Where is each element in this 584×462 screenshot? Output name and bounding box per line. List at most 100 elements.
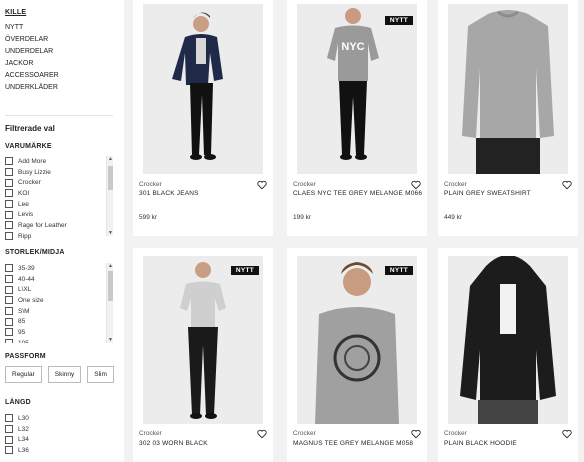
scroll-down-icon[interactable]: ▼ xyxy=(107,337,114,343)
size-list-scrollbar[interactable]: ▲ ▼ xyxy=(106,263,113,343)
checkbox[interactable] xyxy=(5,446,13,455)
brand-option[interactable]: Lee xyxy=(5,199,113,210)
product-card[interactable]: Crocker PLAIN GREY SWEATSHIRT 449 kr xyxy=(438,0,578,236)
brand-list-scrollbar[interactable]: ▲ ▼ xyxy=(106,156,113,236)
size-option[interactable]: 35-39 xyxy=(5,263,113,274)
product-brand: Crocker xyxy=(444,181,467,188)
scroll-down-icon[interactable]: ▼ xyxy=(107,230,114,236)
length-option[interactable]: L34 xyxy=(5,434,113,445)
product-card[interactable]: Crocker PLAIN BLACK HOODIE xyxy=(438,248,578,462)
product-name[interactable]: MAGNUS TEE GREY MELANGE M058 xyxy=(293,440,413,447)
product-card[interactable]: NYTT Crocker MAGNUS TEE GREY MELANGE M05… xyxy=(287,248,427,462)
filter-sidebar: KILLE NYTT ÖVERDELAR UNDERDELAR JACKOR A… xyxy=(0,0,118,462)
size-checkbox-list: 35-39 40-44 L\XL One size S\M 85 95 105 xyxy=(5,263,113,343)
brand-option[interactable]: Add More xyxy=(5,156,113,167)
product-name[interactable]: PLAIN BLACK HOODIE xyxy=(444,440,517,447)
length-option[interactable]: L36 xyxy=(5,445,113,456)
product-image[interactable] xyxy=(143,256,263,424)
brand-option[interactable]: KOI xyxy=(5,188,113,199)
product-name[interactable]: CLAES NYC TEE GREY MELANGE M066 xyxy=(293,190,422,197)
product-image[interactable] xyxy=(448,4,568,174)
product-name[interactable]: PLAIN GREY SWEATSHIRT xyxy=(444,190,531,197)
product-brand: Crocker xyxy=(139,181,162,188)
checkbox[interactable] xyxy=(5,178,13,187)
heart-icon[interactable] xyxy=(562,429,572,439)
category-link[interactable]: ACCESSOARER xyxy=(5,70,59,82)
category-heading-kille[interactable]: KILLE xyxy=(5,9,26,16)
product-card[interactable]: Crocker 301 BLACK JEANS 599 kr xyxy=(133,0,273,236)
length-section-title: LÄNGD xyxy=(5,399,31,406)
model-jacket-jeans-image xyxy=(143,4,263,174)
checkbox[interactable] xyxy=(5,157,13,166)
category-link[interactable]: ÖVERDELAR xyxy=(5,34,59,46)
model-black-hoodie-image xyxy=(448,256,568,424)
category-link[interactable]: NYTT xyxy=(5,22,59,34)
checkbox[interactable] xyxy=(5,339,13,343)
scroll-thumb[interactable] xyxy=(108,271,113,301)
product-image[interactable] xyxy=(143,4,263,174)
fit-button-group: Regular Skinny Slim xyxy=(5,366,114,383)
checkbox[interactable] xyxy=(5,435,13,444)
brand-option[interactable]: Levis xyxy=(5,209,113,220)
product-card[interactable]: NYTT Crocker 302 03 WORN BLACK xyxy=(133,248,273,462)
size-option[interactable]: 105 xyxy=(5,338,113,343)
brand-option[interactable]: Crocker xyxy=(5,177,113,188)
checkbox[interactable] xyxy=(5,296,13,305)
product-name[interactable]: 301 BLACK JEANS xyxy=(139,190,199,197)
product-image[interactable]: NYC xyxy=(297,4,417,174)
checkbox[interactable] xyxy=(5,264,13,273)
size-option[interactable]: 85 xyxy=(5,316,113,327)
checkbox[interactable] xyxy=(5,317,13,326)
heart-icon[interactable] xyxy=(411,429,421,439)
checkbox[interactable] xyxy=(5,189,13,198)
checkbox[interactable] xyxy=(5,232,13,240)
fit-regular-button[interactable]: Regular xyxy=(5,366,42,383)
length-option[interactable]: L30 xyxy=(5,413,113,424)
product-price: 449 kr xyxy=(444,214,463,221)
checkbox[interactable] xyxy=(5,307,13,316)
size-option[interactable]: 40-44 xyxy=(5,274,113,285)
size-option[interactable]: 95 xyxy=(5,327,113,338)
fit-section-title: PASSFORM xyxy=(5,353,46,360)
product-price: 199 kr xyxy=(293,214,312,221)
brand-option[interactable]: Busy Lizzie xyxy=(5,167,113,178)
heart-icon[interactable] xyxy=(257,429,267,439)
checkbox[interactable] xyxy=(5,285,13,294)
product-brand: Crocker xyxy=(293,430,316,437)
scroll-up-icon[interactable]: ▲ xyxy=(107,156,114,162)
size-option[interactable]: One size xyxy=(5,295,113,306)
size-option[interactable]: L\XL xyxy=(5,284,113,295)
product-card[interactable]: NYC NYTT Crocker CLAES NYC TEE GREY MELA… xyxy=(287,0,427,236)
product-image[interactable] xyxy=(448,256,568,424)
scroll-thumb[interactable] xyxy=(108,166,113,190)
sidebar-divider xyxy=(5,115,113,116)
product-name[interactable]: 302 03 WORN BLACK xyxy=(139,440,208,447)
model-worn-black-image xyxy=(143,256,263,424)
fit-slim-button[interactable]: Slim xyxy=(87,366,114,383)
checkbox[interactable] xyxy=(5,425,13,434)
new-badge: NYTT xyxy=(384,266,413,275)
checkbox[interactable] xyxy=(5,275,13,284)
brand-option[interactable]: Ripp xyxy=(5,231,113,240)
checkbox[interactable] xyxy=(5,168,13,177)
brand-option[interactable]: Rage for Leather xyxy=(5,220,113,231)
heart-icon[interactable] xyxy=(411,180,421,190)
heart-icon[interactable] xyxy=(257,180,267,190)
checkbox[interactable] xyxy=(5,200,13,209)
checkbox[interactable] xyxy=(5,328,13,337)
category-link[interactable]: JACKOR xyxy=(5,58,59,70)
product-brand: Crocker xyxy=(293,181,316,188)
fit-skinny-button[interactable]: Skinny xyxy=(47,366,82,383)
checkbox[interactable] xyxy=(5,210,13,219)
category-link[interactable]: UNDERKLÄDER xyxy=(5,82,59,94)
new-badge: NYTT xyxy=(230,266,259,275)
checkbox[interactable] xyxy=(5,414,13,423)
scroll-up-icon[interactable]: ▲ xyxy=(107,263,114,269)
heart-icon[interactable] xyxy=(562,180,572,190)
product-image[interactable] xyxy=(297,256,417,424)
checkbox[interactable] xyxy=(5,221,13,230)
filter-title: Filtrerade val xyxy=(5,124,55,133)
category-link[interactable]: UNDERDELAR xyxy=(5,46,59,58)
length-option[interactable]: L32 xyxy=(5,424,113,435)
size-option[interactable]: S\M xyxy=(5,306,113,317)
